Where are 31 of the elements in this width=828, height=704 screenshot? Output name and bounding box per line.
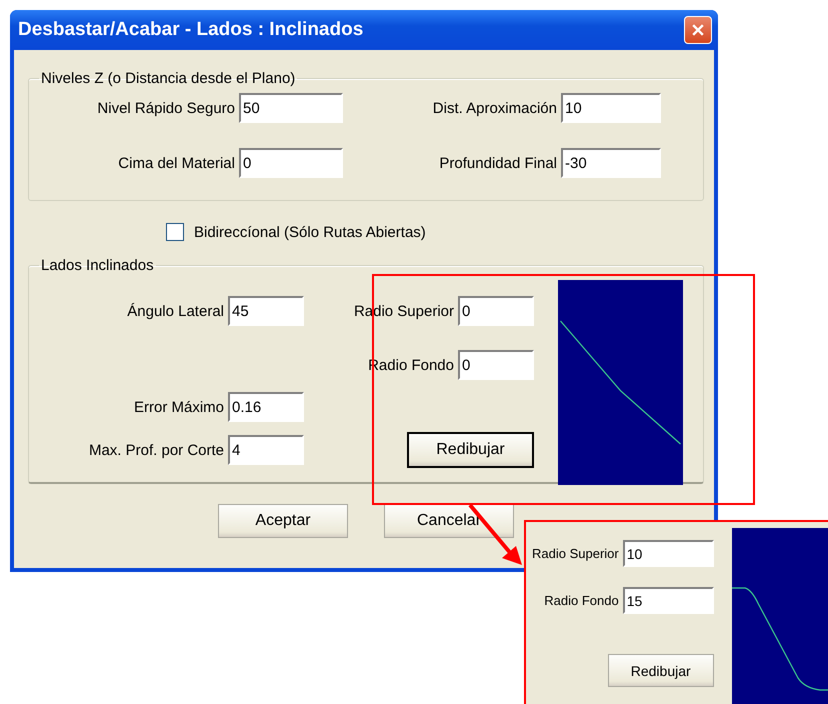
ok-button[interactable]: Aceptar — [218, 504, 348, 538]
input-field[interactable]: 15 — [622, 587, 714, 614]
redraw-button[interactable]: Redibujar — [407, 432, 534, 468]
field-label: Radio Fondo — [544, 593, 619, 608]
group-title: Lados Inclinados — [40, 257, 155, 274]
input-field[interactable]: 0 — [239, 148, 343, 178]
input-field[interactable]: 0 — [458, 350, 534, 380]
input-field[interactable]: 10 — [561, 93, 661, 123]
input-field[interactable]: -30 — [561, 148, 661, 178]
window-title: Desbastar/Acabar - Lados : Inclinados — [18, 19, 364, 41]
field-label: Cima del Material — [118, 154, 235, 172]
field-label: Profundidad Final — [439, 154, 557, 172]
checkbox-label: Bidireccíonal (Sólo Rutas Abiertas) — [194, 224, 426, 240]
cancel-button[interactable]: Cancelar — [384, 504, 514, 538]
input-field[interactable]: 0 — [458, 296, 534, 326]
field-label: Nivel Rápido Seguro — [97, 100, 235, 116]
close-button[interactable] — [684, 16, 712, 44]
input-field[interactable]: 50 — [239, 93, 343, 123]
field-label: Ángulo Lateral — [127, 302, 224, 320]
field-label: Error Máximo — [134, 398, 224, 416]
input-field[interactable]: 45 — [228, 296, 304, 326]
group-title: Niveles Z (o Distancia desde el Plano) — [40, 70, 296, 87]
field-label: Dist. Aproximación — [432, 100, 557, 116]
field-label: Max. Prof. por Corte — [88, 442, 224, 458]
input-field[interactable]: 10 — [622, 540, 714, 567]
input-field[interactable]: 0.16 — [228, 392, 304, 422]
redraw-button[interactable]: Redibujar — [608, 654, 714, 687]
checkbox[interactable] — [166, 223, 184, 241]
input-field[interactable]: 4 — [228, 435, 304, 465]
close-icon — [692, 24, 704, 36]
field-label: Radio Superior — [532, 546, 619, 561]
